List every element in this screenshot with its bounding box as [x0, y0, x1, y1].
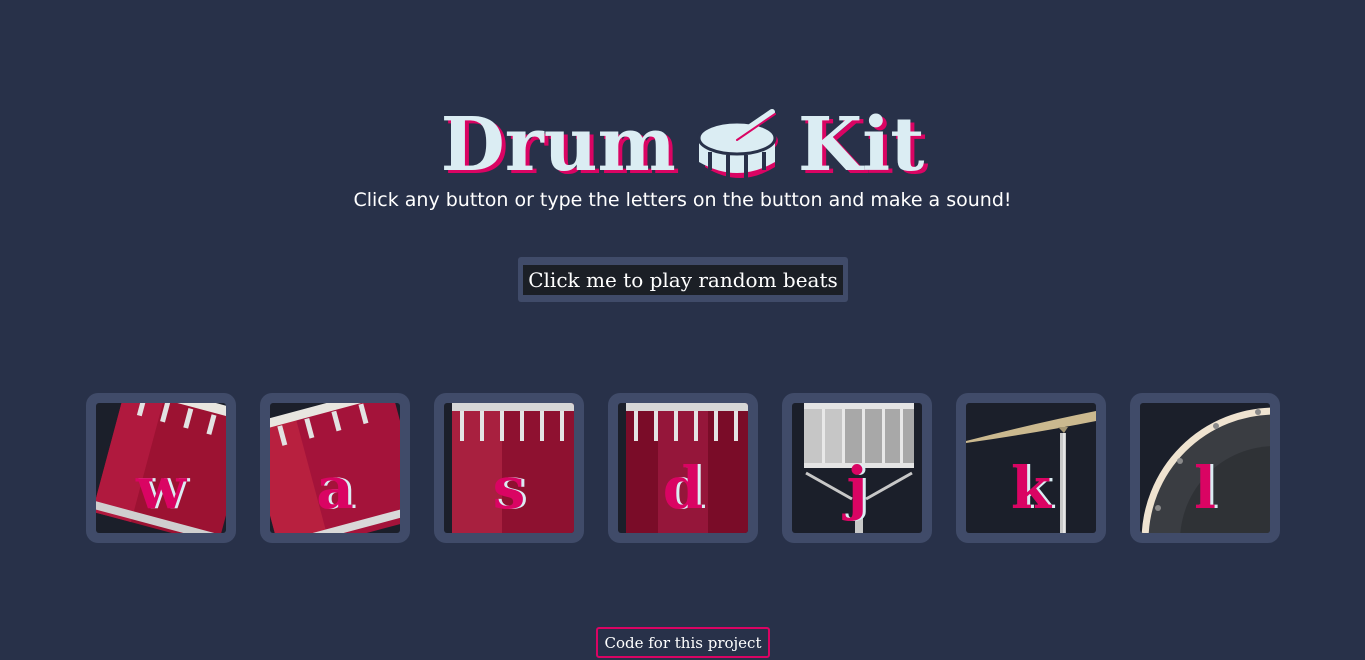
play-random-beats-label: Click me to play random beats [523, 264, 843, 295]
key-label-a: a [316, 454, 354, 522]
drum-pad-w[interactable]: w [86, 393, 236, 543]
drum-pad-d[interactable]: d [608, 393, 758, 543]
play-random-beats-button[interactable]: Click me to play random beats [518, 257, 848, 302]
title-word-drum: Drum [440, 101, 676, 188]
drum-icon [697, 108, 778, 178]
instructions-text: Click any button or type the letters on … [353, 189, 1012, 211]
key-label-j: j [846, 454, 868, 522]
key-label-w: w [136, 454, 186, 522]
code-for-project-link[interactable]: Code for this project [596, 627, 770, 658]
drum-pad-k[interactable]: k [956, 393, 1106, 543]
page-title: Drum Kit [0, 108, 1365, 182]
key-label-s: s [492, 454, 526, 522]
drum-pad-s[interactable]: s [434, 393, 584, 543]
key-label-k: k [1010, 454, 1052, 522]
title-word-kit: Kit [797, 101, 925, 188]
key-label-l: l [1193, 454, 1217, 522]
key-label-d: d [662, 454, 704, 522]
drum-pad-l[interactable]: l [1130, 393, 1280, 543]
drum-pad-j[interactable]: j [782, 393, 932, 543]
drum-pad-a[interactable]: a [260, 393, 410, 543]
